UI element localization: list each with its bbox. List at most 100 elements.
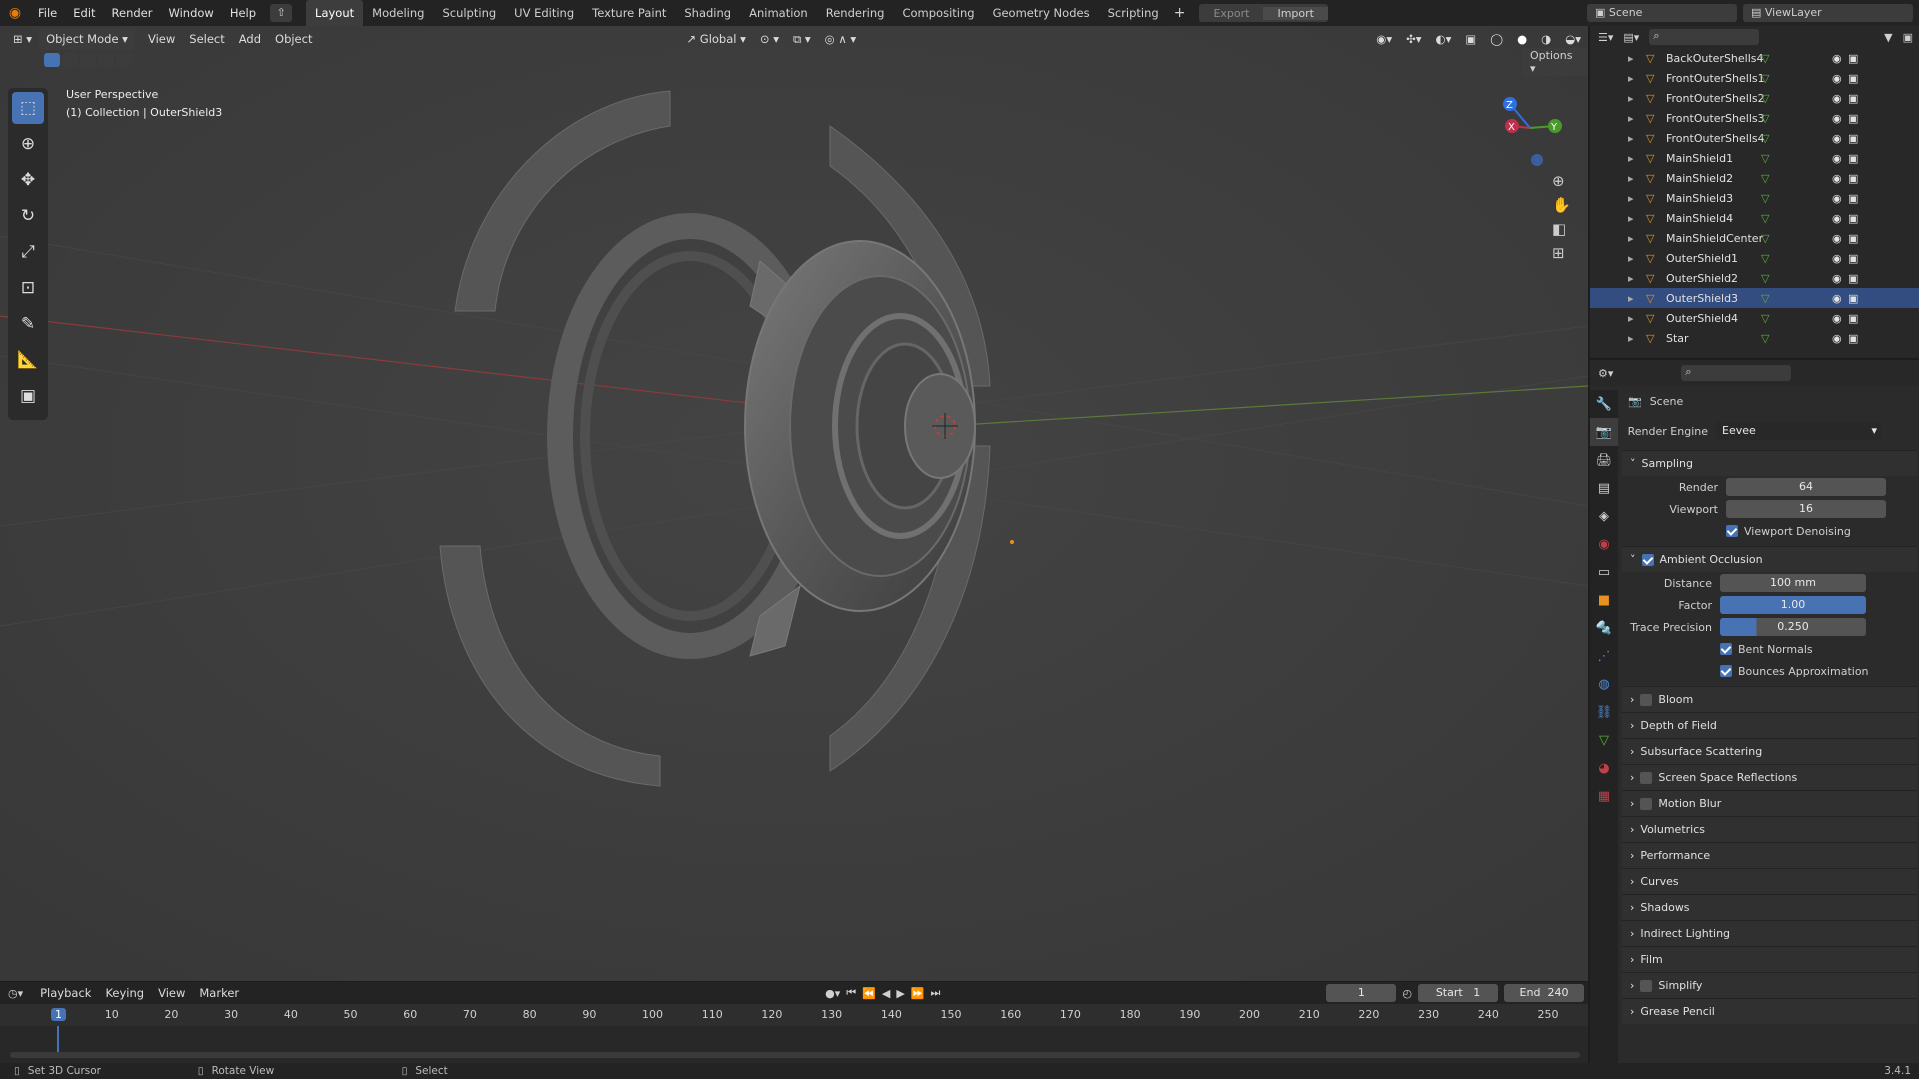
eye-icon[interactable]: ◉ xyxy=(1832,92,1842,105)
eye-icon[interactable]: ◉ xyxy=(1832,292,1842,305)
play-icon[interactable]: ▶ xyxy=(896,987,904,1000)
eye-icon[interactable]: ◉ xyxy=(1832,72,1842,85)
render-camera-icon[interactable]: ▣ xyxy=(1848,312,1858,325)
outliner-row[interactable]: ▸ ▽ Star ▽ ◉ ▣ xyxy=(1590,328,1919,348)
menu-file[interactable]: File xyxy=(30,0,65,26)
select-extend-icon[interactable] xyxy=(62,53,78,67)
outliner-row[interactable]: ▸ ▽ MainShield3 ▽ ◉ ▣ xyxy=(1590,188,1919,208)
display-mode-icon[interactable]: ▤▾ xyxy=(1623,31,1639,44)
ao-distance-field[interactable]: 100 mm xyxy=(1720,574,1866,592)
expand-arrow-icon[interactable]: ▸ xyxy=(1628,232,1646,245)
output-tab-icon[interactable]: 🖨 xyxy=(1590,446,1618,474)
mesh-data-icon[interactable]: ▽ xyxy=(1761,92,1769,105)
workspace-tab[interactable]: Animation xyxy=(740,0,817,26)
properties-editor-icon[interactable]: ⚙▾ xyxy=(1598,367,1613,380)
outliner-row[interactable]: ▸ ▽ BackOuterShells4 ▽ ◉ ▣ xyxy=(1590,48,1919,68)
ambient-occlusion-panel[interactable]: ˅ Ambient Occlusion xyxy=(1622,546,1917,572)
render-camera-icon[interactable]: ▣ xyxy=(1848,52,1858,65)
render-tab-icon[interactable]: 📷 xyxy=(1590,418,1618,446)
expand-arrow-icon[interactable]: ▸ xyxy=(1628,332,1646,345)
menu-edit[interactable]: Edit xyxy=(65,0,103,26)
current-frame-field[interactable]: 1 xyxy=(1326,984,1397,1002)
auto-keying-icon[interactable]: ●▾ xyxy=(825,987,840,1000)
expand-arrow-icon[interactable]: ▸ xyxy=(1628,132,1646,145)
eye-icon[interactable]: ◉ xyxy=(1832,132,1842,145)
workspace-tab[interactable]: Sculpting xyxy=(433,0,505,26)
gizmo-icon[interactable]: ✣▾ xyxy=(1399,28,1428,50)
transform-tool-icon[interactable]: ⊡ xyxy=(12,272,44,304)
render-camera-icon[interactable]: ▣ xyxy=(1848,152,1858,165)
pivot-icon[interactable]: ⊙ ▾ xyxy=(753,28,786,50)
proportional-edit-icon[interactable]: ◎ ∧ ▾ xyxy=(818,28,864,50)
new-collection-icon[interactable]: ▣ xyxy=(1903,31,1913,44)
export-button[interactable]: Export xyxy=(1199,7,1263,20)
jump-start-icon[interactable]: ⏮ xyxy=(846,986,856,1000)
bounces-approximation-checkbox[interactable] xyxy=(1720,665,1732,677)
render-camera-icon[interactable]: ▣ xyxy=(1848,112,1858,125)
shading-rendered-icon[interactable]: ◒▾ xyxy=(1558,28,1588,50)
outliner-row[interactable]: ▸ ▽ FrontOuterShells1 ▽ ◉ ▣ xyxy=(1590,68,1919,88)
scene-tab-icon[interactable]: ◈ xyxy=(1590,502,1618,530)
eye-icon[interactable]: ◉ xyxy=(1832,212,1842,225)
panel-grease-pencil[interactable]: › Grease Pencil xyxy=(1622,998,1917,1024)
render-camera-icon[interactable]: ▣ xyxy=(1848,72,1858,85)
physics-tab-icon[interactable]: ◍ xyxy=(1590,670,1618,698)
expand-arrow-icon[interactable]: ▸ xyxy=(1628,192,1646,205)
panel-simplify[interactable]: › Simplify xyxy=(1622,972,1917,998)
outliner-row[interactable]: ▸ ▽ OuterShield3 ▽ ◉ ▣ xyxy=(1590,288,1919,308)
eye-icon[interactable]: ◉ xyxy=(1832,52,1842,65)
expand-arrow-icon[interactable]: ▸ xyxy=(1628,152,1646,165)
expand-arrow-icon[interactable]: ▸ xyxy=(1628,72,1646,85)
overlay-icon[interactable]: ◐▾ xyxy=(1429,28,1459,50)
scene-selector[interactable]: ▣ Scene xyxy=(1587,4,1737,22)
outliner-row[interactable]: ▸ ▽ FrontOuterShells2 ▽ ◉ ▣ xyxy=(1590,88,1919,108)
visibility-icon[interactable]: ◉▾ xyxy=(1369,28,1399,50)
filter-icon[interactable]: ▼ xyxy=(1884,31,1892,44)
outliner-search-input[interactable]: ⌕ xyxy=(1649,29,1760,45)
tool-tab-icon[interactable]: 🔧 xyxy=(1590,390,1618,418)
eye-icon[interactable]: ◉ xyxy=(1832,172,1842,185)
eye-icon[interactable]: ◉ xyxy=(1832,232,1842,245)
select-box-tool-icon[interactable]: ⬚ xyxy=(12,92,44,124)
mesh-data-icon[interactable]: ▽ xyxy=(1761,152,1769,165)
expand-arrow-icon[interactable]: ▸ xyxy=(1628,112,1646,125)
select-new-icon[interactable] xyxy=(44,53,60,67)
timeline-ruler[interactable]: 1 10 20 30 40 50 60 70 80 90 100 110 120 130 140 150 160… xyxy=(0,1004,1588,1026)
timeline-scrollbar[interactable] xyxy=(10,1052,1580,1058)
expand-arrow-icon[interactable]: ▸ xyxy=(1628,92,1646,105)
render-camera-icon[interactable]: ▣ xyxy=(1848,332,1858,345)
mesh-data-icon[interactable]: ▽ xyxy=(1761,212,1769,225)
workspace-tab[interactable]: Compositing xyxy=(893,0,983,26)
eye-icon[interactable]: ◉ xyxy=(1832,112,1842,125)
menu-help[interactable]: Help xyxy=(222,0,264,26)
object-tab-icon[interactable]: ■ xyxy=(1590,586,1618,614)
editor-type-icon[interactable]: ⊞ ▾ xyxy=(6,28,39,50)
render-camera-icon[interactable]: ▣ xyxy=(1848,132,1858,145)
mesh-data-icon[interactable]: ▽ xyxy=(1761,112,1769,125)
jump-end-icon[interactable]: ⏭ xyxy=(930,986,940,1000)
timeline-menu-playback[interactable]: Playback xyxy=(33,982,98,1004)
mesh-data-icon[interactable]: ▽ xyxy=(1761,312,1769,325)
constraints-tab-icon[interactable]: ⛓ xyxy=(1590,698,1618,726)
rotate-tool-icon[interactable]: ↻ xyxy=(12,200,44,232)
mesh-data-icon[interactable]: ▽ xyxy=(1761,72,1769,85)
eye-icon[interactable]: ◉ xyxy=(1832,192,1842,205)
viewport-menu-select[interactable]: Select xyxy=(182,28,231,50)
camera-icon[interactable]: ◧ xyxy=(1552,220,1571,238)
panel-curves[interactable]: › Curves xyxy=(1622,868,1917,894)
workspace-tab[interactable]: Rendering xyxy=(817,0,894,26)
eye-icon[interactable]: ◉ xyxy=(1832,252,1842,265)
eye-icon[interactable]: ◉ xyxy=(1832,332,1842,345)
outliner-row[interactable]: ▸ ▽ FrontOuterShells4 ▽ ◉ ▣ xyxy=(1590,128,1919,148)
outliner-editor-icon[interactable]: ☰▾ xyxy=(1598,31,1613,44)
panel-subsurface-scattering[interactable]: › Subsurface Scattering xyxy=(1622,738,1917,764)
data-tab-icon[interactable]: ▽ xyxy=(1590,726,1618,754)
render-engine-dropdown[interactable]: Eevee ▾ xyxy=(1716,422,1881,440)
expand-arrow-icon[interactable]: ▸ xyxy=(1628,272,1646,285)
scale-tool-icon[interactable]: ⤢ xyxy=(12,236,44,268)
render-camera-icon[interactable]: ▣ xyxy=(1848,192,1858,205)
render-camera-icon[interactable]: ▣ xyxy=(1848,92,1858,105)
outliner-row[interactable]: ▸ ▽ OuterShield1 ▽ ◉ ▣ xyxy=(1590,248,1919,268)
timeline-menu-keying[interactable]: Keying xyxy=(98,982,151,1004)
annotate-tool-icon[interactable]: ✎ xyxy=(12,308,44,340)
